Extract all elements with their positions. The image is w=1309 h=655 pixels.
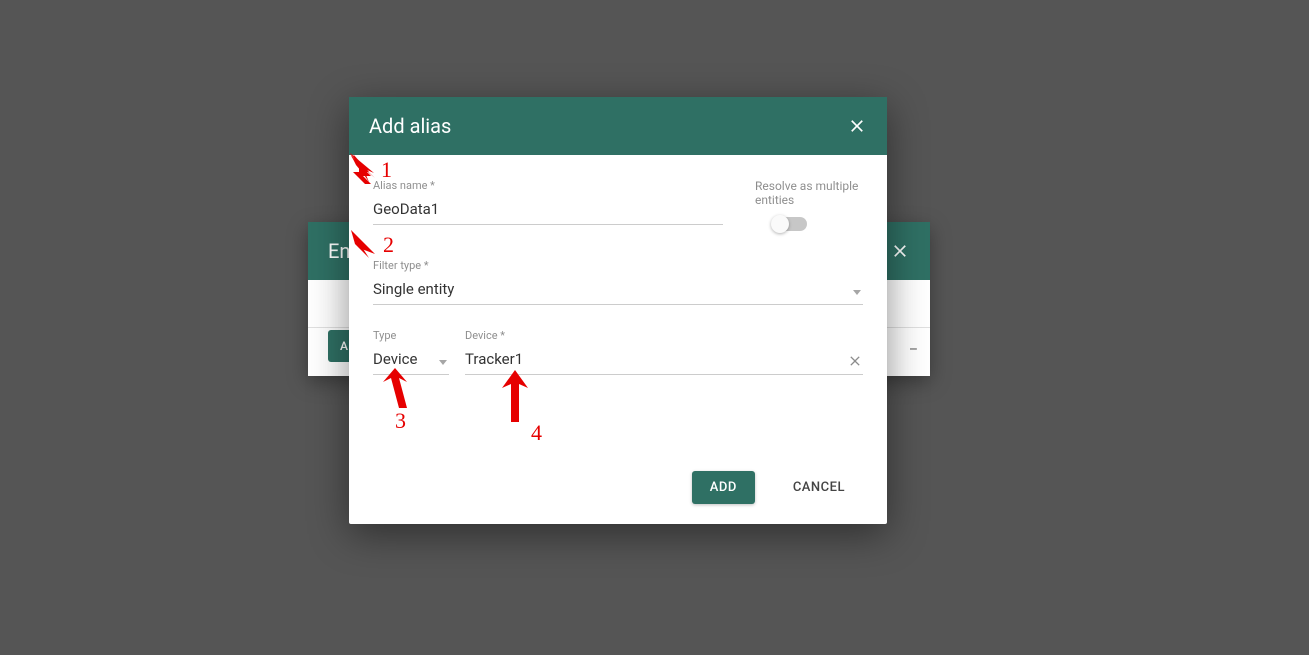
- device-input[interactable]: [465, 346, 863, 375]
- add-alias-footer: ADD CANCEL: [349, 455, 887, 524]
- chevron-down-icon: [853, 290, 861, 295]
- toggle-thumb: [771, 215, 789, 233]
- add-alias-body: Alias name * Resolve as multiple entitie…: [349, 155, 887, 455]
- add-alias-dialog: Add alias Alias name * Resolve as multip…: [349, 97, 887, 524]
- clear-icon[interactable]: [847, 353, 863, 369]
- type-label: Type: [373, 329, 449, 342]
- chevron-down-icon: [439, 360, 447, 365]
- filter-type-label: Filter type *: [373, 259, 863, 272]
- device-field: Device *: [465, 329, 863, 375]
- pager-dash: –: [909, 342, 918, 358]
- add-alias-header: Add alias: [349, 97, 887, 155]
- add-button[interactable]: ADD: [692, 471, 755, 504]
- close-icon[interactable]: [890, 241, 910, 261]
- resolve-multiple-field: Resolve as multiple entities: [755, 179, 863, 231]
- filter-type-field[interactable]: Filter type * Single entity: [373, 259, 863, 305]
- close-icon[interactable]: [847, 116, 867, 136]
- resolve-multiple-label: Resolve as multiple entities: [755, 179, 863, 207]
- type-field[interactable]: Type Device: [373, 329, 449, 375]
- type-value: Device: [373, 346, 449, 375]
- device-label: Device *: [465, 329, 863, 342]
- cancel-button[interactable]: CANCEL: [775, 471, 863, 504]
- add-alias-title: Add alias: [369, 114, 451, 138]
- add-button-label: ADD: [710, 480, 737, 495]
- alias-name-field: Alias name *: [373, 179, 723, 225]
- alias-name-label: Alias name *: [373, 179, 723, 192]
- resolve-multiple-toggle[interactable]: [773, 217, 807, 231]
- cancel-button-label: CANCEL: [793, 480, 845, 495]
- alias-name-input[interactable]: [373, 196, 723, 225]
- filter-type-value: Single entity: [373, 276, 863, 305]
